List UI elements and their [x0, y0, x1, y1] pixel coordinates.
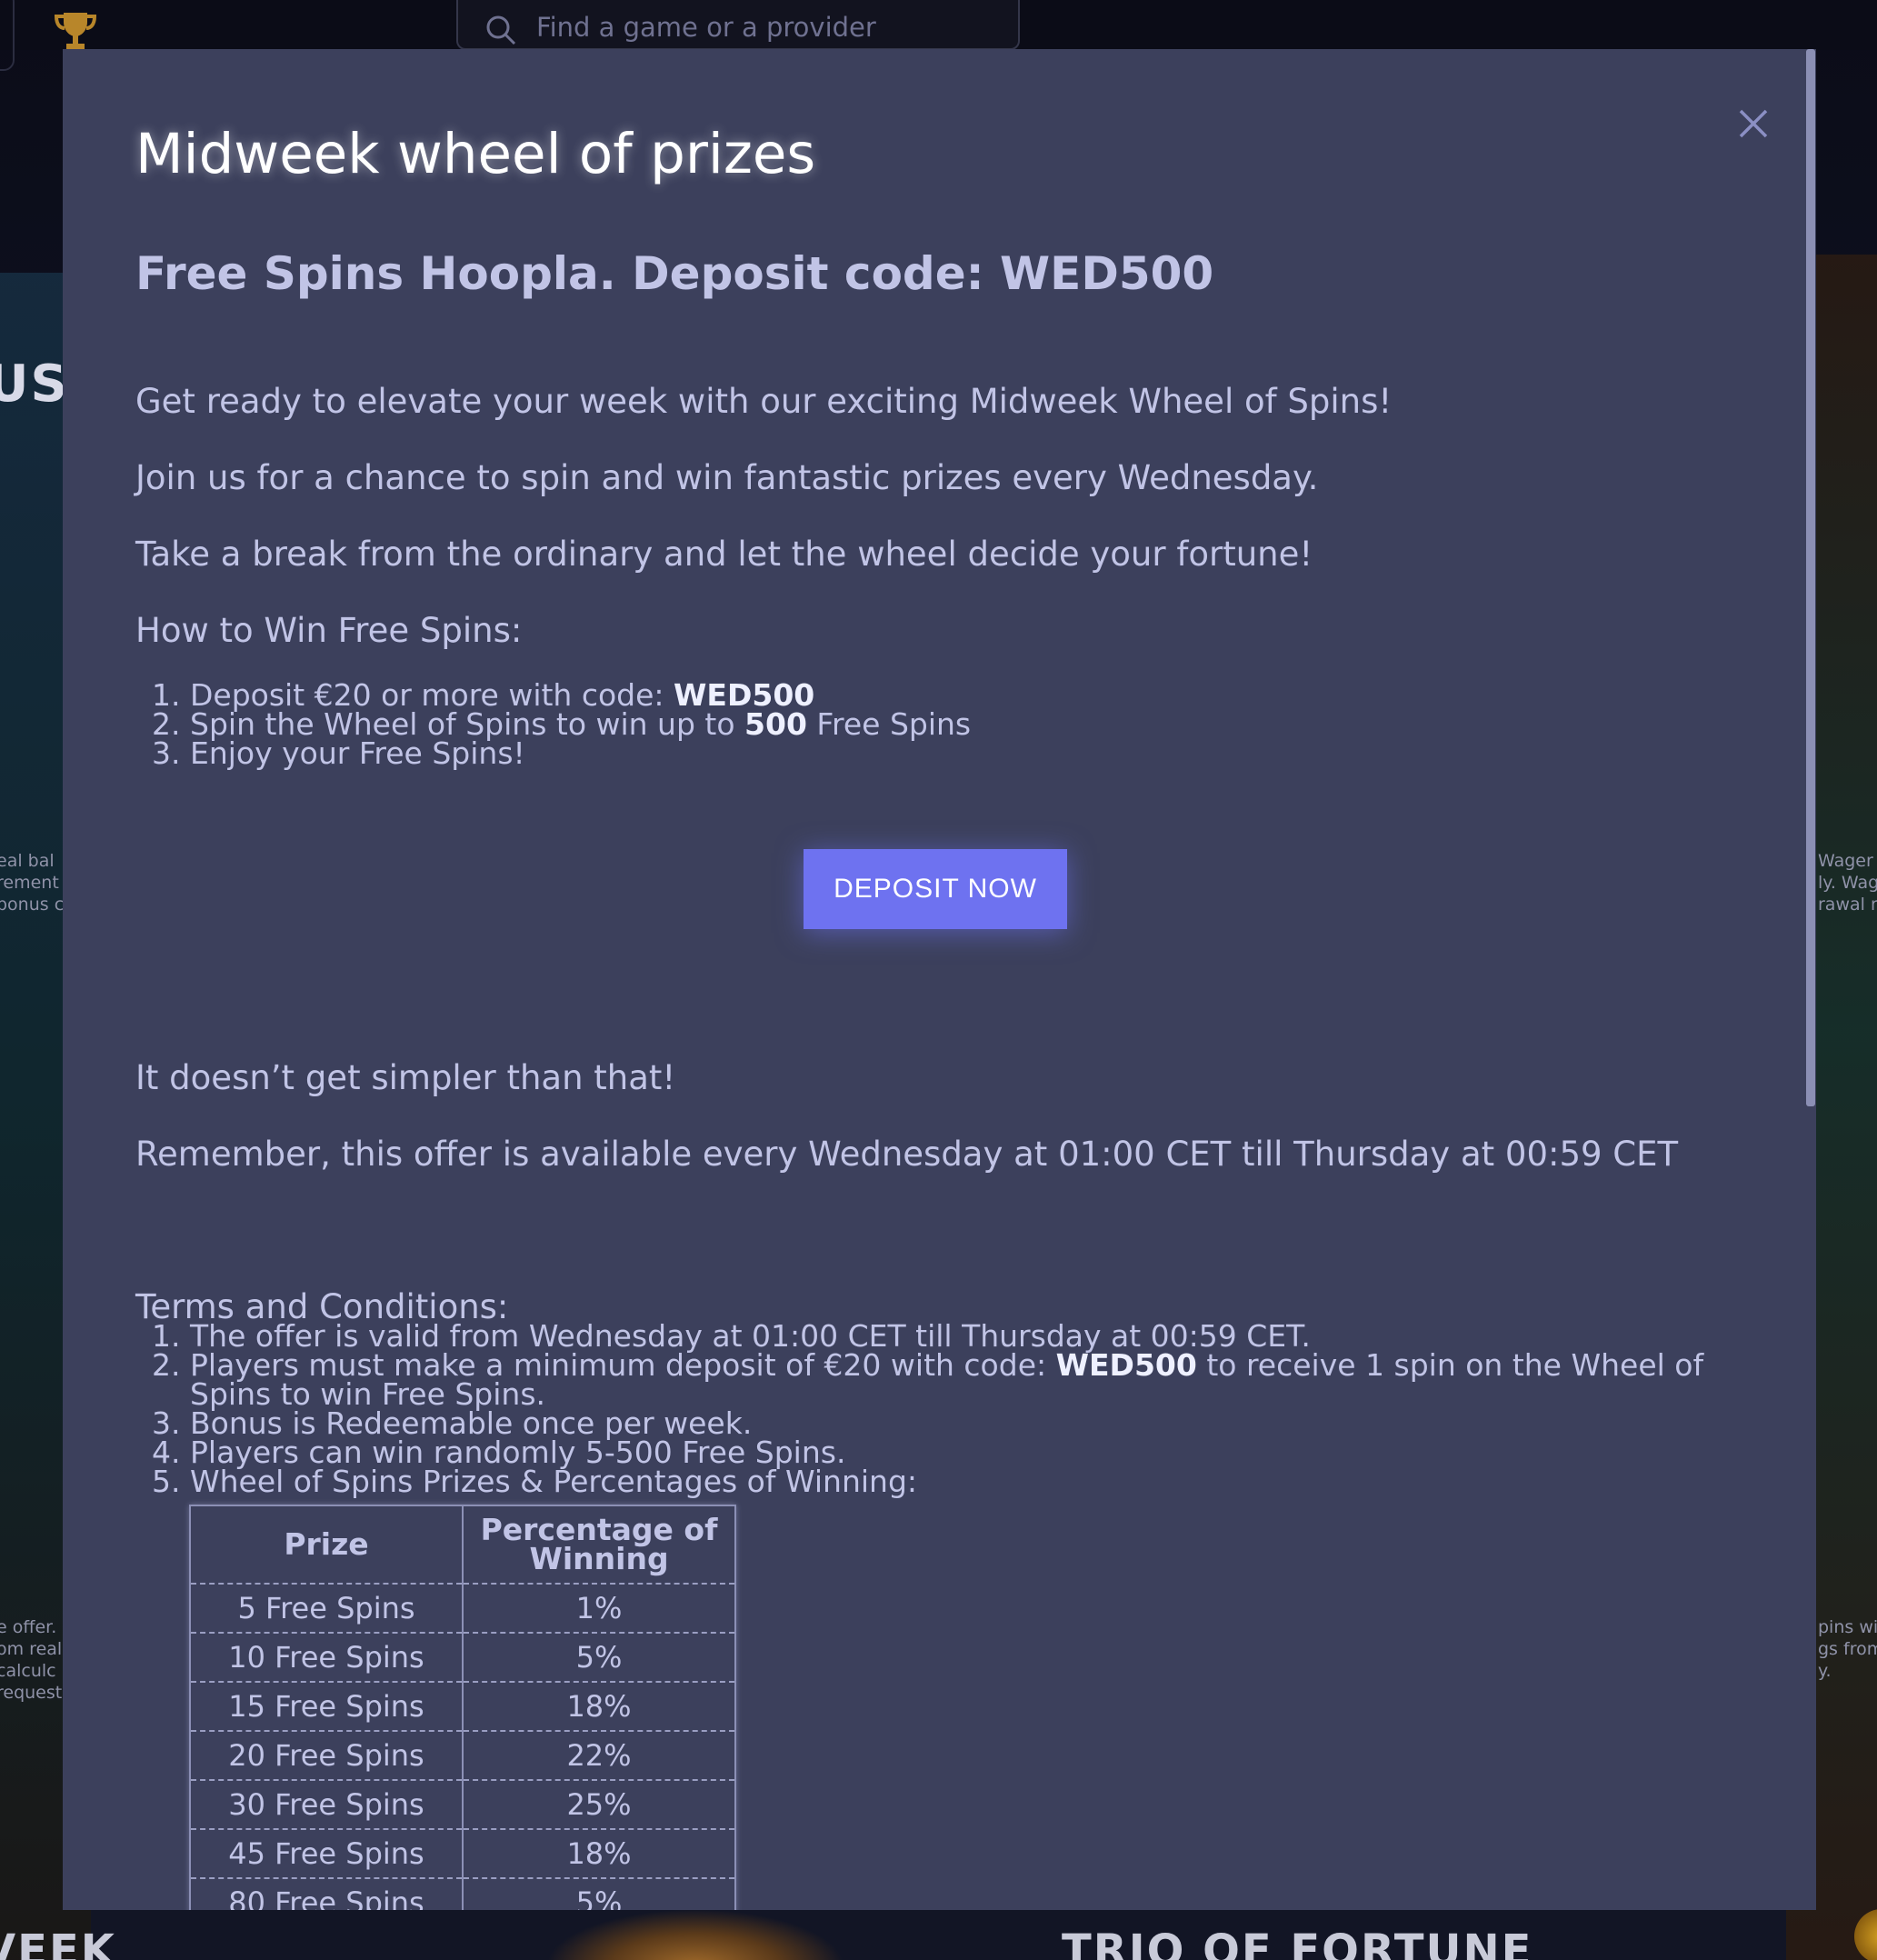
close-button[interactable] [1726, 96, 1781, 151]
trophy-icon[interactable] [53, 9, 98, 51]
table-row: 10 Free Spins 5% [190, 1633, 736, 1683]
prize-cell: 10 Free Spins [190, 1633, 464, 1683]
table-row: 5 Free Spins 1% [190, 1584, 736, 1634]
search-bar[interactable] [456, 0, 1020, 50]
banner-text-right-2: pins wi gs from y. [1818, 1617, 1877, 1681]
promotion-modal: Midweek wheel of prizes Free Spins Hoopl… [63, 49, 1816, 1910]
outro-paragraph-1: It doesn’t get simpler than that! [135, 1058, 676, 1097]
prize-cell: 15 Free Spins [190, 1682, 464, 1732]
percentage-cell: 18% [463, 1829, 736, 1879]
term-item: Wheel of Spins Prizes & Percentages of W… [190, 1466, 1772, 1496]
how-to-heading: How to Win Free Spins: [135, 611, 523, 650]
modal-title: Midweek wheel of prizes [135, 122, 816, 186]
table-row: 30 Free Spins 25% [190, 1780, 736, 1830]
column-header-prize: Prize [190, 1505, 464, 1585]
bottom-banner-title-left[interactable]: VEEK [0, 1925, 116, 1960]
prize-cell: 80 Free Spins [190, 1878, 464, 1910]
prize-table: Prize Percentage of Winning 5 Free Spins… [189, 1505, 736, 1910]
bottom-banner-title-right[interactable]: TRIO OF FORTUNE [1062, 1925, 1533, 1960]
deposit-now-button[interactable]: DEPOSIT NOW [804, 849, 1067, 929]
search-icon [486, 15, 516, 45]
prize-cell: 20 Free Spins [190, 1731, 464, 1781]
banner-text-right: Wager ly. Wag rawal r [1818, 851, 1877, 915]
table-row: 15 Free Spins 18% [190, 1682, 736, 1732]
terms-list: The offer is valid from Wednesday at 01:… [135, 1321, 1772, 1496]
percentage-cell: 5% [463, 1633, 736, 1683]
step-item: Enjoy your Free Spins! [190, 738, 971, 768]
outro-paragraph-2: Remember, this offer is available every … [135, 1135, 1679, 1174]
percentage-cell: 25% [463, 1780, 736, 1830]
menu-button-edge[interactable] [0, 0, 15, 71]
percentage-cell: 1% [463, 1584, 736, 1634]
prize-cell: 30 Free Spins [190, 1780, 464, 1830]
table-row: 45 Free Spins 18% [190, 1829, 736, 1879]
intro-paragraph-1: Get ready to elevate your week with our … [135, 382, 1393, 421]
percentage-cell: 22% [463, 1731, 736, 1781]
intro-paragraph-3: Take a break from the ordinary and let t… [135, 535, 1313, 574]
table-row: 20 Free Spins 22% [190, 1731, 736, 1781]
game-tile-artwork[interactable] [545, 1909, 845, 1960]
term-item: Players must make a minimum deposit of €… [190, 1350, 1772, 1409]
search-input[interactable] [536, 9, 991, 45]
modal-scrollbar[interactable] [1806, 49, 1815, 1106]
close-icon [1739, 109, 1768, 138]
banner-heading-partial: US [0, 355, 69, 414]
table-header-row: Prize Percentage of Winning [190, 1505, 736, 1585]
column-header-percentage: Percentage of Winning [463, 1505, 736, 1585]
steps-list: Deposit €20 or more with code: WED500 Sp… [135, 680, 971, 768]
percentage-cell: 18% [463, 1682, 736, 1732]
intro-paragraph-2: Join us for a chance to spin and win fan… [135, 458, 1319, 497]
banner-text-left: eal bal rement bonus c [0, 851, 65, 915]
table-row: 80 Free Spins 5% [190, 1878, 736, 1910]
prize-cell: 5 Free Spins [190, 1584, 464, 1634]
modal-subtitle: Free Spins Hoopla. Deposit code: WED500 [135, 247, 1214, 300]
percentage-cell: 5% [463, 1878, 736, 1910]
prize-cell: 45 Free Spins [190, 1829, 464, 1879]
